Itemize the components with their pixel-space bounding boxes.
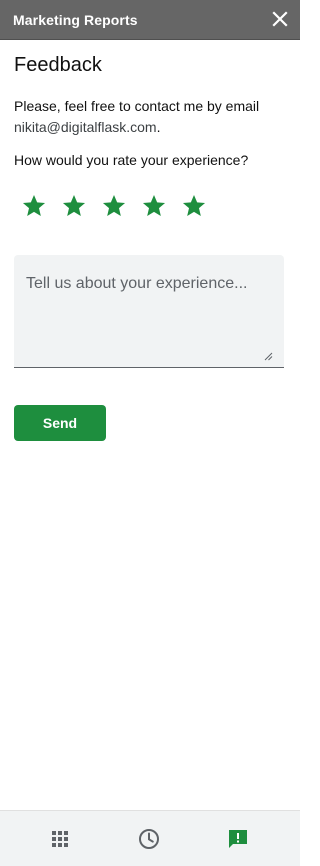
star-rating	[21, 193, 221, 219]
star-icon[interactable]	[101, 193, 127, 219]
bottom-navigation	[0, 810, 300, 866]
clock-icon[interactable]	[137, 827, 161, 851]
close-icon[interactable]	[272, 11, 288, 27]
resize-handle-icon[interactable]	[264, 348, 273, 361]
grid-icon[interactable]	[48, 827, 72, 851]
star-icon[interactable]	[21, 193, 47, 219]
page-title: Feedback	[14, 54, 102, 76]
title-bar: Marketing Reports	[0, 0, 300, 40]
send-button[interactable]: Send	[14, 405, 106, 441]
star-icon[interactable]	[141, 193, 167, 219]
star-icon[interactable]	[61, 193, 87, 219]
feedback-icon[interactable]	[226, 827, 250, 851]
email-suffix: .	[156, 119, 161, 135]
email-link[interactable]: nikita@digitalflask.com	[14, 119, 157, 135]
comment-input[interactable]	[14, 255, 284, 367]
star-icon[interactable]	[181, 193, 207, 219]
rating-question: How would you rate your experience?	[14, 152, 249, 168]
window-title: Marketing Reports	[13, 12, 138, 28]
comment-field	[14, 255, 284, 368]
contact-intro: Please, feel free to contact me by email	[14, 98, 260, 114]
contact-text: Please, feel free to contact me by email…	[14, 96, 286, 138]
